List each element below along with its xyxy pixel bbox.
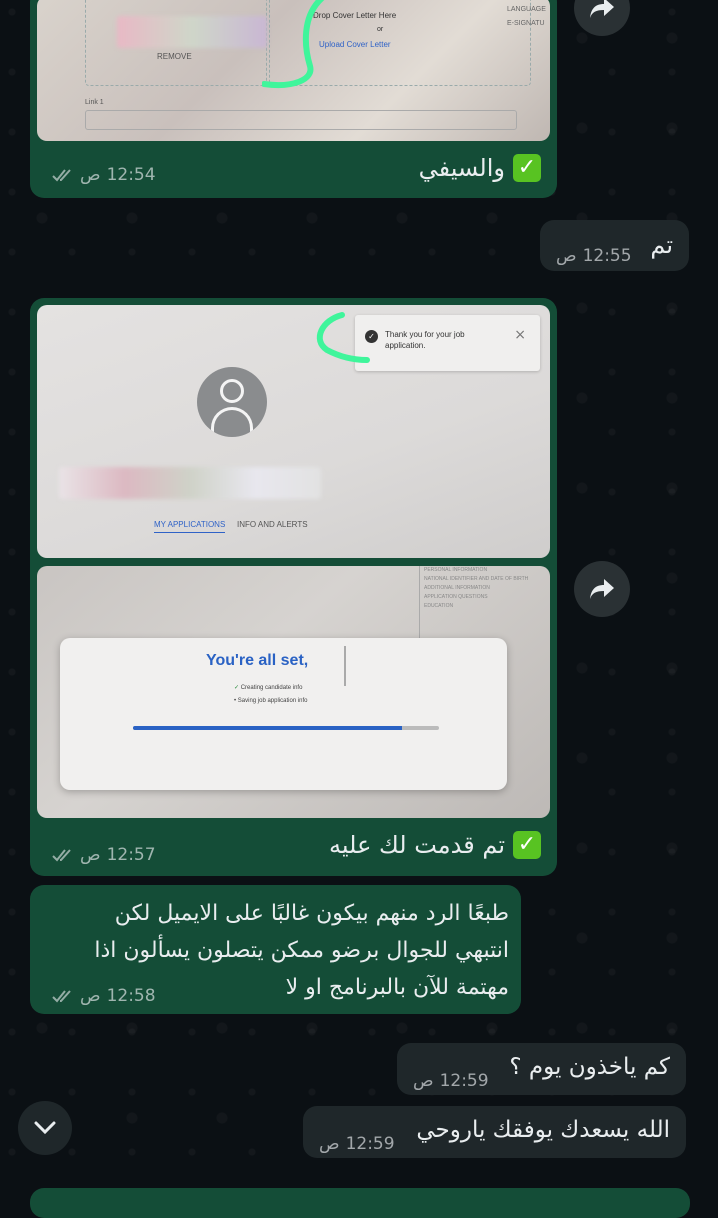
remove-label: REMOVE [157,52,192,61]
message-bubble-outgoing[interactable]: طبعًا الرد منهم بيكون غالبًا على الايميل… [30,885,521,1014]
forward-button[interactable] [574,561,630,617]
caption-text: تم قدمت لك عليه [329,831,505,859]
message-meta: ص 12:59 [319,1134,395,1154]
message-ampm: ص [556,246,577,266]
step-item: ✓ Creating candidate info [234,684,302,691]
message-time: 12:59 [345,1134,395,1154]
message-ampm: ص [80,845,101,865]
avatar [197,367,267,437]
or-text: or [377,26,384,33]
tab-label: INFO AND ALERTS [237,520,308,529]
blurred-name [59,467,321,499]
message-bubble-incoming[interactable]: كم ياخذون يوم ؟ ص 12:59 [397,1043,686,1095]
message-ampm: ص [80,986,101,1006]
check-mark-icon: ✓ [513,154,541,182]
message-caption: ✓ والسيفي [419,154,541,182]
message-meta: ص 12:55 [556,246,632,266]
side-menu-item: NATIONAL IDENTIFIER AND DATE OF BIRTH [424,576,529,582]
step-label: Saving job application info [237,698,308,704]
message-photo[interactable]: ✓ Thank you for your job application. × … [37,305,550,558]
message-bubble-outgoing-partial[interactable] [30,1188,690,1218]
side-menu-item: PERSONAL INFORMATION [424,567,488,573]
message-time: 12:58 [106,986,156,1006]
message-caption: ✓ تم قدمت لك عليه [329,831,541,859]
double-check-icon [52,990,71,1003]
success-toast: ✓ Thank you for your job application. × [355,315,540,371]
message-time: 12:57 [106,845,156,865]
side-menu: PERSONAL INFORMATION NATIONAL IDENTIFIER… [419,566,549,646]
blurred-thumbnails [117,16,267,48]
dialog-heading: You're all set, [206,652,309,669]
tab-my-applications: MY APPLICATIONS [154,520,226,533]
step-label: Creating candidate info [240,685,303,691]
side-label-esignature: E-SIGNATU [507,20,545,27]
message-bubble-outgoing[interactable]: REMOVE Drop Cover Letter Here or Upload … [30,0,557,198]
progress-fill [133,726,403,730]
message-time: 12:55 [582,246,632,266]
message-photo[interactable]: PERSONAL INFORMATION NATIONAL IDENTIFIER… [37,566,550,818]
message-ampm: ص [319,1134,340,1154]
message-text: كم ياخذون يوم ؟ [509,1054,670,1080]
message-meta: ص 12:57 [52,845,156,865]
tab-info-and-alerts: INFO AND ALERTS [237,520,308,529]
caption-text: والسيفي [418,154,505,182]
dialog-divider [344,646,346,686]
message-bubble-incoming[interactable]: الله يسعدك يوفقك ياروحي ص 12:59 [303,1106,686,1158]
double-check-icon [52,169,71,182]
message-text: تم [650,231,673,259]
double-check-icon [52,849,71,862]
message-line: طبعًا الرد منهم بيكون غالبًا على الايميل… [114,901,509,926]
toast-text: Thank you for your job application. [385,330,465,350]
message-photo[interactable]: REMOVE Drop Cover Letter Here or Upload … [37,0,550,141]
close-icon: × [514,327,526,343]
message-ampm: ص [80,165,101,185]
scroll-down-button[interactable] [18,1101,72,1155]
progress-dialog: You're all set, ✓ Creating candidate inf… [60,638,507,790]
message-meta: ص 12:54 [52,165,156,185]
side-menu-item: ADDITIONAL INFORMATION [424,585,490,591]
tab-label: MY APPLICATIONS [154,520,226,529]
message-bubble-outgoing[interactable]: ✓ Thank you for your job application. × … [30,298,557,876]
message-ampm: ص [413,1071,434,1091]
message-meta: ص 12:59 [413,1071,489,1091]
forward-arrow-icon [590,0,614,18]
side-label-language: LANGUAGE [507,6,546,13]
message-time: 12:59 [439,1071,489,1091]
progress-bar [133,726,439,730]
message-bubble-incoming[interactable]: تم ص 12:55 [540,220,689,271]
message-time: 12:54 [106,165,156,185]
check-mark-icon: ✓ [513,831,541,859]
side-menu-item: EDUCATION [424,603,454,609]
link-input-field [85,110,517,130]
bullet-icon: • [234,698,237,704]
side-menu-item: APPLICATION QUESTIONS [424,594,488,600]
link-label: Link 1 [85,99,104,106]
forward-arrow-icon [590,579,614,599]
chevron-down-icon [34,1121,56,1135]
highlight-marker-stroke [262,0,325,88]
message-text: الله يسعدك يوفقك ياروحي [416,1117,670,1143]
message-meta: ص 12:58 [52,986,156,1006]
message-line: انتبهي للجوال برضو ممكن يتصلون يسألون اذ… [94,938,509,963]
check-icon: ✓ [234,685,240,691]
step-item: • Saving job application info [234,698,308,704]
highlight-marker-stroke [316,312,370,363]
